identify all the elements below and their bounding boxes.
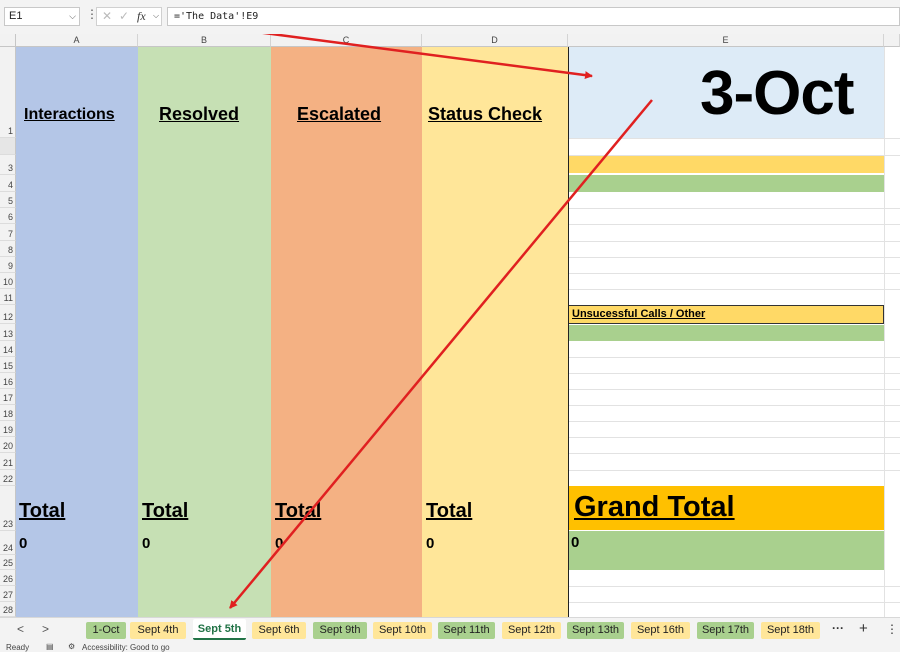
prev-sheet-icon[interactable]: < [17, 622, 24, 636]
cancel-icon[interactable]: ✕ [102, 9, 112, 23]
sheet-tab[interactable]: Sept 10th [373, 622, 432, 639]
formula-input[interactable]: ='The Data'!E9 [167, 7, 900, 26]
fx-icon[interactable]: fx [137, 9, 146, 24]
arrow-formula-to-date [262, 34, 593, 80]
check-icon[interactable]: ✓ [119, 9, 129, 23]
accessibility-icon[interactable]: ⚙ [68, 642, 75, 651]
worksheet-grid[interactable]: A B C D E Unsucessful Calls / Other Gran… [0, 34, 900, 617]
add-sheet-icon[interactable]: + [859, 620, 868, 637]
sheet-view-icon[interactable]: ▤ [46, 642, 54, 651]
name-box-value: E1 [9, 10, 23, 22]
sheet-tab[interactable]: Sept 11th [438, 622, 495, 639]
sheet-tab-active[interactable]: Sept 5th [193, 619, 246, 640]
chevron-down-icon[interactable]: ⌵ [153, 11, 159, 21]
sheet-tab[interactable]: 1-Oct [86, 622, 126, 639]
sheet-tab[interactable]: Sept 13th [567, 622, 624, 639]
sheet-tab-bar: < > 1-Oct Sept 4th Sept 5th Sept 6th Sep… [0, 617, 900, 641]
sheet-tab[interactable]: Sept 4th [130, 622, 186, 639]
sheet-tab[interactable]: Sept 12th [502, 622, 561, 639]
annotation-arrows [229, 34, 653, 609]
sheet-tab[interactable]: Sept 6th [252, 622, 306, 639]
sheet-tab[interactable]: Sept 17th [697, 622, 754, 639]
sheet-tab[interactable]: Sept 16th [631, 622, 690, 639]
arrow-date-to-tab [229, 99, 653, 609]
sheet-tab[interactable]: Sept 18th [761, 622, 820, 639]
name-box[interactable]: E1 ⌵ [4, 7, 80, 26]
more-sheets-icon[interactable]: ··· [832, 621, 844, 635]
sheet-options-icon[interactable]: ⋮ [886, 622, 898, 636]
chevron-down-icon[interactable]: ⌵ [69, 8, 76, 25]
status-bar: Ready ▤ ⚙ Accessibility: Good to go [0, 641, 900, 652]
sheet-tab[interactable]: Sept 9th [313, 622, 367, 639]
formula-tools: ✕ ✓ fx ⌵ [96, 7, 162, 26]
next-sheet-icon[interactable]: > [42, 622, 49, 636]
formula-bar: E1 ⌵ ⋮ ✕ ✓ fx ⌵ ='The Data'!E9 [0, 0, 900, 34]
